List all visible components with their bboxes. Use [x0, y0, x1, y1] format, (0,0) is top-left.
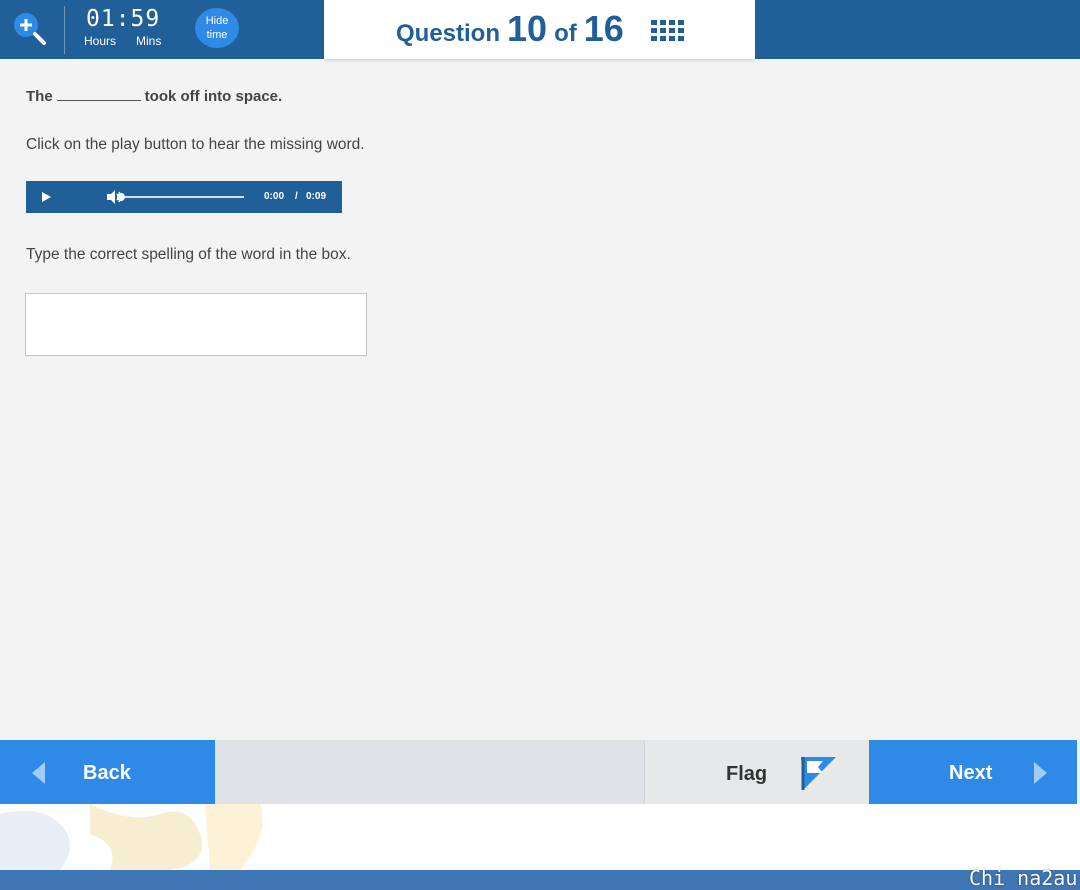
timer-hours-label: Hours [84, 34, 117, 48]
back-label: Back [83, 762, 131, 784]
total-duration: 0:09 [306, 191, 327, 202]
zoom-in-button[interactable] [10, 10, 52, 46]
nav-spacer [215, 740, 644, 804]
seek-handle[interactable] [117, 193, 125, 201]
sentence-end: took off into space. [144, 88, 283, 105]
question-of: of [554, 20, 577, 47]
play-button[interactable] [40, 190, 52, 204]
question-total: 16 [583, 8, 624, 49]
chevron-right-icon [1034, 762, 1047, 784]
header-right-panel [755, 0, 1080, 59]
flag-label: Flag [726, 763, 768, 785]
next-button[interactable]: Next [869, 740, 1077, 804]
header-bar: 01:59 Hours Mins Hide time Question 10 o… [0, 0, 1080, 60]
question-counter: Question 10 of 16 [396, 8, 624, 52]
question-indicator-panel: Question 10 of 16 [324, 0, 755, 59]
answer-input[interactable] [25, 293, 367, 356]
header-divider [64, 6, 65, 54]
navigation-bar: Back Flag Next [0, 740, 1080, 804]
zoom-in-icon [14, 13, 46, 45]
audio-player: 0:00 / 0:09 [26, 181, 342, 213]
seek-bar[interactable] [120, 196, 244, 198]
background-art [0, 804, 263, 870]
question-current: 10 [507, 8, 548, 49]
bottom-decoration [0, 804, 1080, 870]
time-separator: / [295, 191, 298, 202]
spelling-instruction: Type the correct spelling of the word in… [26, 246, 351, 263]
sentence-start: The [26, 88, 53, 105]
back-button[interactable]: Back [0, 740, 215, 804]
audio-instruction: Click on the play button to hear the mis… [26, 136, 365, 153]
play-icon [42, 192, 51, 202]
current-time: 0:00 [264, 191, 285, 202]
timer-display: 01:59 [86, 6, 161, 32]
watermark-text: Chi na2au [969, 866, 1078, 890]
bottom-bar [0, 870, 1080, 890]
timer-mins-label: Mins [136, 34, 162, 48]
flag-button[interactable]: Flag [644, 740, 870, 804]
hide-time-button[interactable]: Hide time [195, 8, 239, 48]
next-label: Next [949, 762, 993, 784]
question-sentence: The took off into space. [26, 88, 282, 105]
chevron-left-icon [32, 762, 45, 784]
question-grid-button[interactable] [651, 20, 685, 41]
flag-icon [801, 757, 836, 790]
header-left-panel: 01:59 Hours Mins Hide time [0, 0, 324, 59]
sentence-blank [56, 89, 141, 101]
question-prefix: Question [396, 20, 501, 47]
question-grid-icon [651, 20, 684, 41]
